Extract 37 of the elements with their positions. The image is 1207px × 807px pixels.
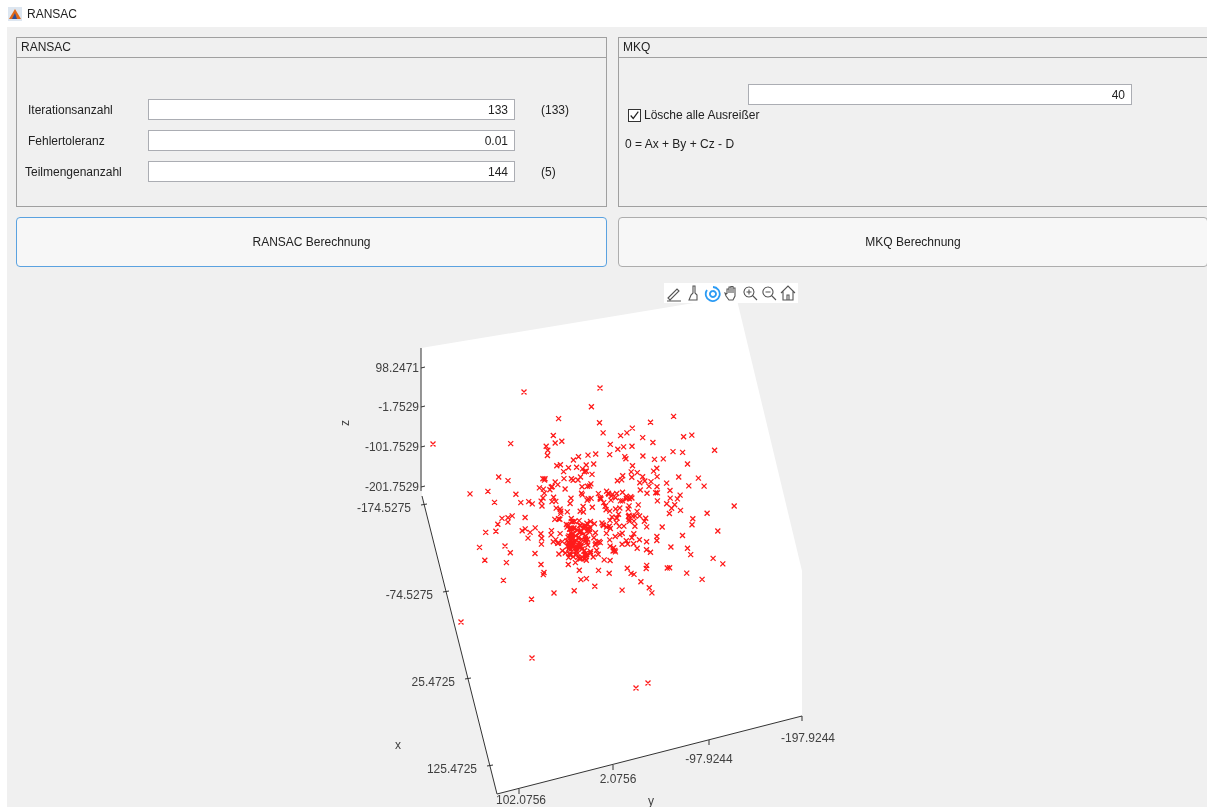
input-field[interactable]: 0.01: [148, 130, 515, 151]
tick-label: -197.9244: [781, 731, 835, 745]
tick-label: 2.0756: [599, 772, 637, 786]
tick-label: -1.7529: [378, 400, 419, 414]
tick-label: 125.4725: [426, 762, 477, 776]
zoom-in-icon[interactable]: [741, 284, 759, 302]
compute-button[interactable]: MKQ Berechnung: [618, 217, 1207, 267]
home-icon[interactable]: [779, 284, 797, 302]
window-title: RANSAC: [27, 6, 77, 21]
input-field[interactable]: 133: [148, 99, 515, 120]
rotate-icon[interactable]: [703, 284, 721, 302]
tick-label: 25.4725: [411, 675, 455, 689]
tick-label: -101.7529: [364, 440, 419, 454]
tick-label: -174.5275: [356, 501, 411, 515]
field-label: Iterationsanzahl: [27, 102, 114, 117]
app-logo-icon: [8, 6, 22, 21]
count-note: (133): [540, 102, 570, 117]
input-field[interactable]: 40: [748, 84, 1132, 105]
equation-text: 0 = Ax + By + Cz - D: [625, 137, 736, 151]
field-label: Fehlertoleranz: [27, 133, 106, 148]
checkbox[interactable]: [628, 108, 641, 122]
axis-label: x: [395, 738, 401, 752]
tick-label: -97.9244: [685, 752, 733, 766]
zoom-out-icon[interactable]: [760, 284, 778, 302]
count-note: (5): [540, 164, 557, 179]
axis-label: z: [338, 420, 352, 426]
tick-label: 98.2471: [375, 361, 419, 375]
axis-label: y: [648, 794, 654, 807]
compute-button[interactable]: RANSAC Berechnung: [16, 217, 607, 267]
input-field[interactable]: 144: [148, 161, 515, 182]
field-label: Teilmengenanzahl: [24, 164, 123, 179]
panel-title: RANSAC: [21, 39, 71, 56]
tick-label: -201.7529: [364, 480, 419, 494]
tick-label: 102.0756: [495, 793, 547, 807]
tick-label: -74.5275: [385, 588, 433, 602]
checkbox-label: Lösche alle Ausreißer: [644, 108, 760, 122]
panel-title: MKQ: [623, 39, 651, 56]
